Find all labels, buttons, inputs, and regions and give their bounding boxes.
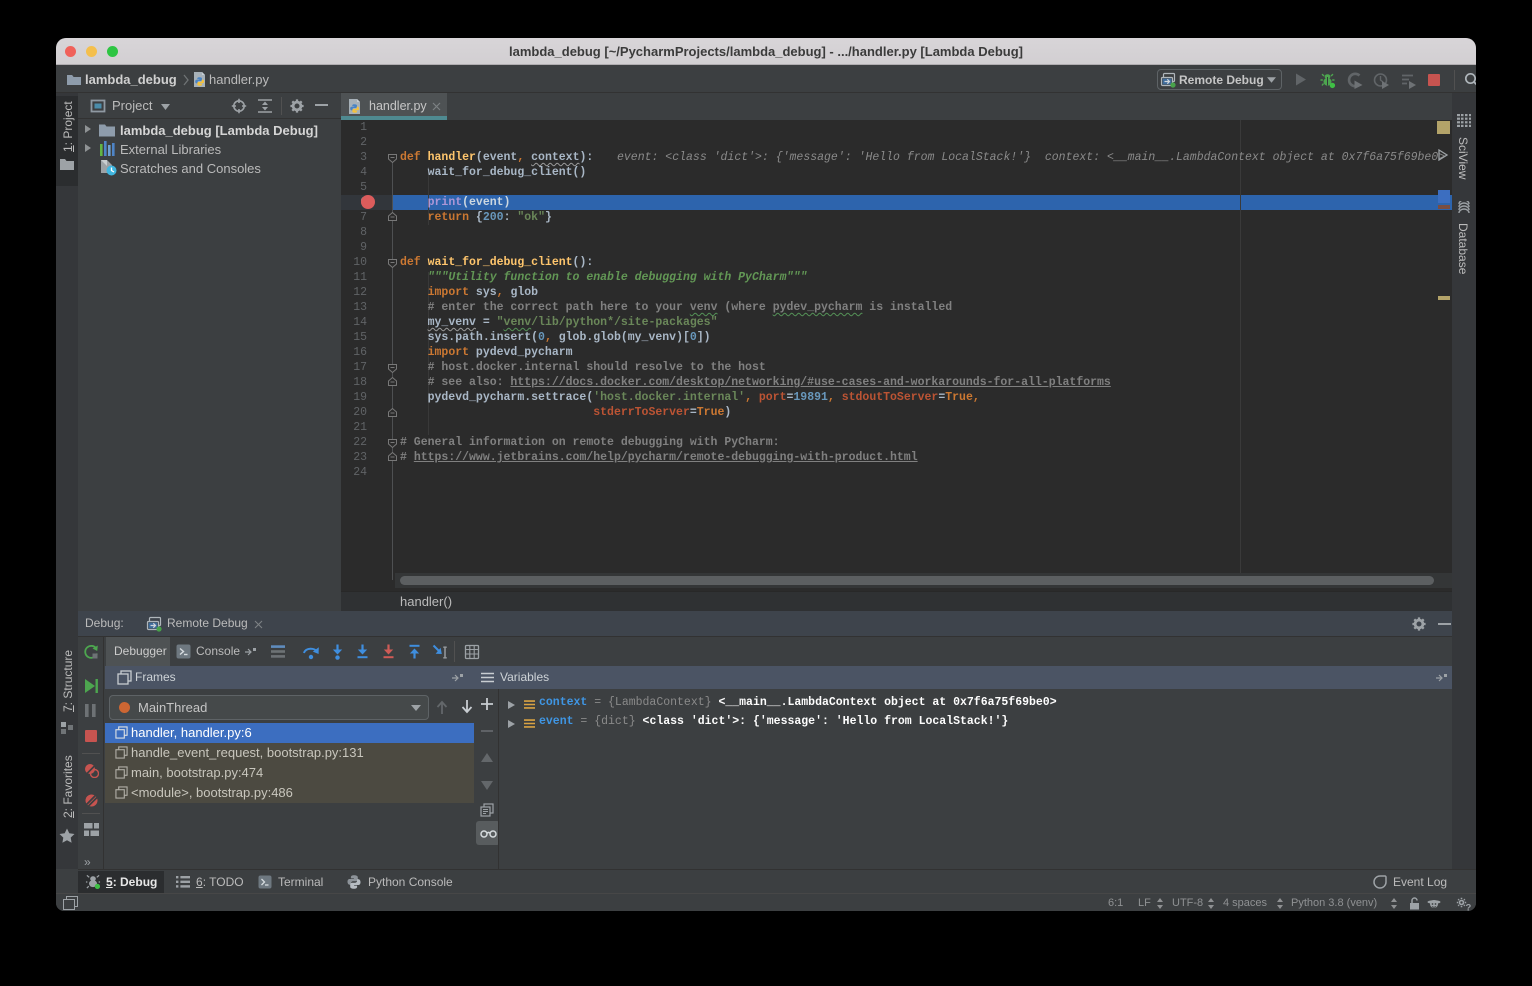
svg-text:?: ? <box>1466 903 1472 912</box>
